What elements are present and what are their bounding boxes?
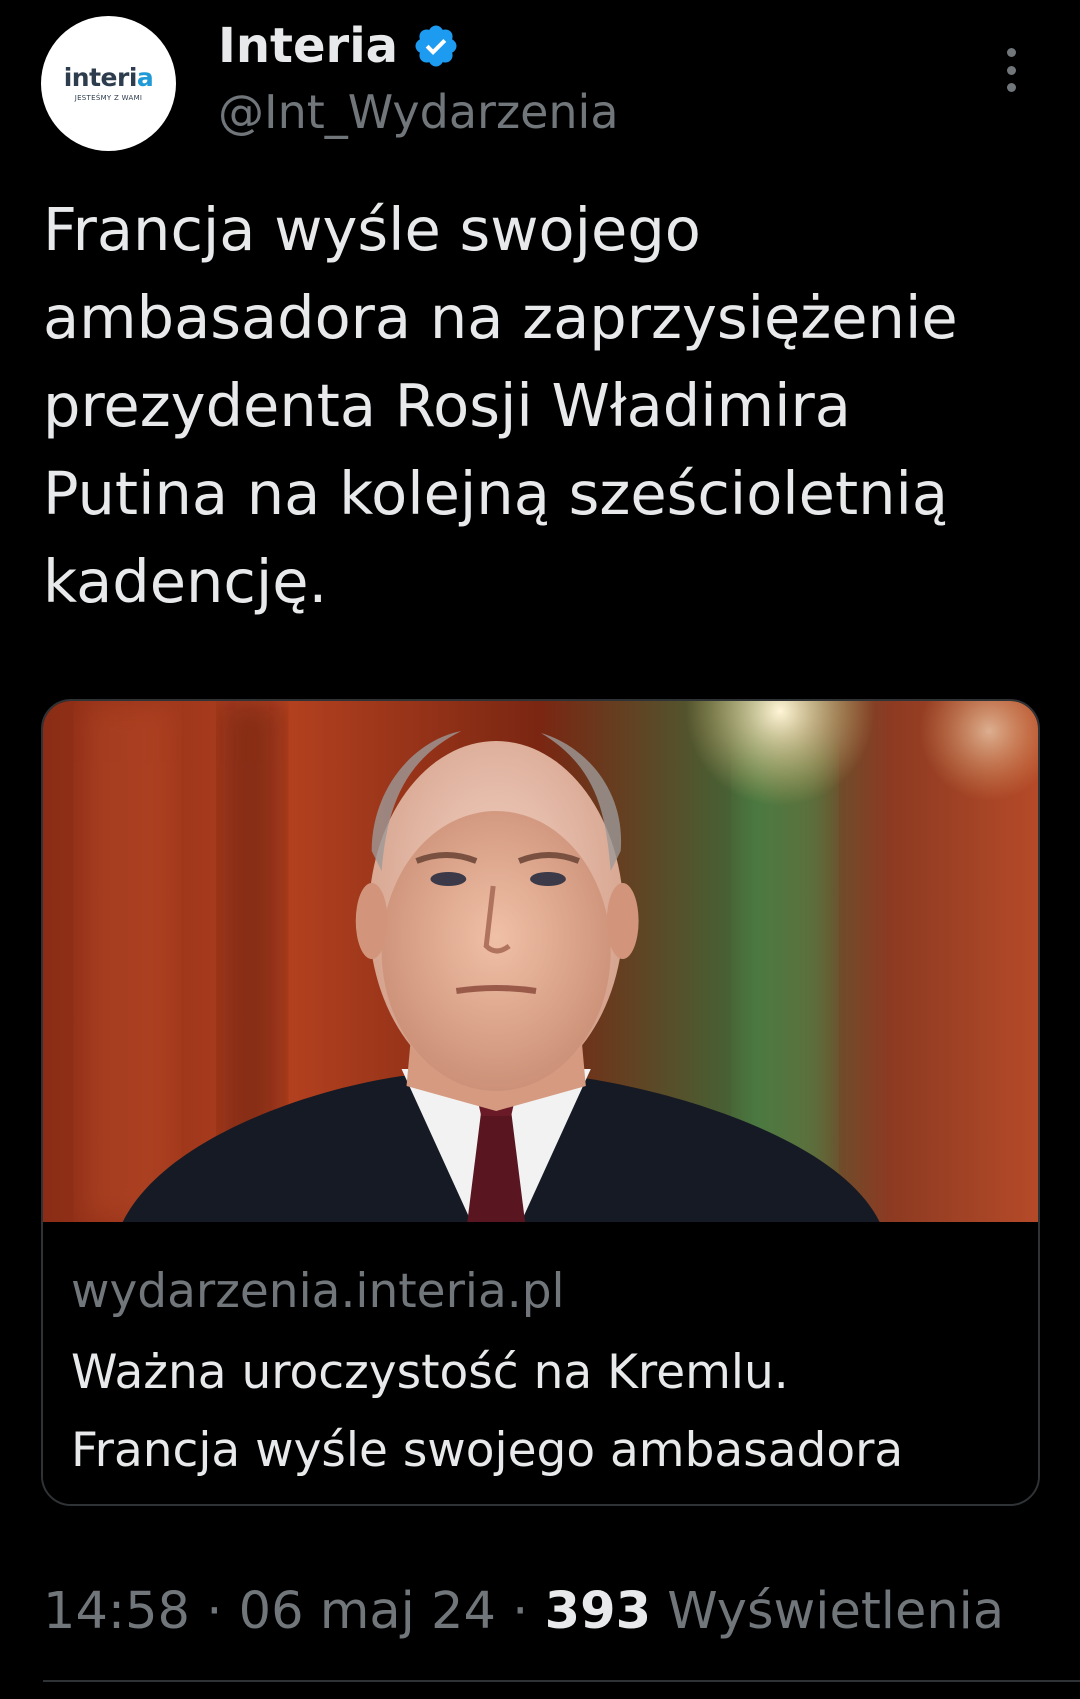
link-preview-body[interactable]: wydarzenia.interia.pl Ważna uroczystość … [43,1222,1038,1504]
views-count[interactable]: 393 [545,1582,651,1641]
avatar-tagline: JESTEŚMY Z WAMI [74,94,143,102]
link-preview-title: Ważna uroczystość na Kremlu. Francja wyś… [71,1334,1011,1490]
author-name-row: Interia [218,14,460,78]
tweet-text-line: kadencję. [43,547,328,616]
link-preview-card[interactable]: wydarzenia.interia.pl Ważna uroczystość … [41,699,1040,1506]
meta-separator: · [495,1582,545,1641]
link-preview-photo [43,701,1038,1222]
verified-badge-icon [415,25,457,67]
link-preview-title-line: Ważna uroczystość na Kremlu. [71,1345,789,1400]
divider [43,1680,1080,1682]
avatar-logo-main: interi [63,63,138,92]
link-preview-image[interactable] [43,701,1038,1222]
tweet-meta: 14:58 · 06 maj 24 · 393 Wyświetlenia [43,1580,1004,1644]
author-handle[interactable]: @Int_Wydarzenia [218,84,619,140]
tweet-text-line: ambasadora na zaprzysiężenie [43,283,958,352]
tweet-text-line: prezydenta Rosji Władimira [43,371,851,440]
tweet[interactable]: interia JESTEŚMY Z WAMI Interia @Int_Wyd… [0,0,1080,1699]
author-display-name[interactable]: Interia [218,22,398,70]
tweet-text-line: Putina na kolejną sześcioletnią [43,459,949,528]
more-dot [1006,65,1016,75]
author-avatar[interactable]: interia JESTEŚMY Z WAMI [41,16,176,151]
avatar-logo-accent: a [136,63,154,92]
link-preview-title-line: Francja wyśle swojego ambasadora [71,1423,904,1478]
tweet-time[interactable]: 14:58 [43,1582,190,1641]
views-label: Wyświetlenia [651,1582,1005,1641]
tweet-text: Francja wyśle swojego ambasadora na zapr… [43,186,1053,626]
avatar-logo: interia [64,65,154,90]
meta-separator: · [189,1582,239,1641]
link-preview-domain: wydarzenia.interia.pl [71,1264,565,1319]
more-dot [1006,83,1016,92]
more-dot [1006,48,1016,57]
more-vertical-icon[interactable] [996,44,1026,96]
tweet-date[interactable]: 06 maj 24 [239,1582,496,1641]
tweet-text-line: Francja wyśle swojego [43,195,701,264]
